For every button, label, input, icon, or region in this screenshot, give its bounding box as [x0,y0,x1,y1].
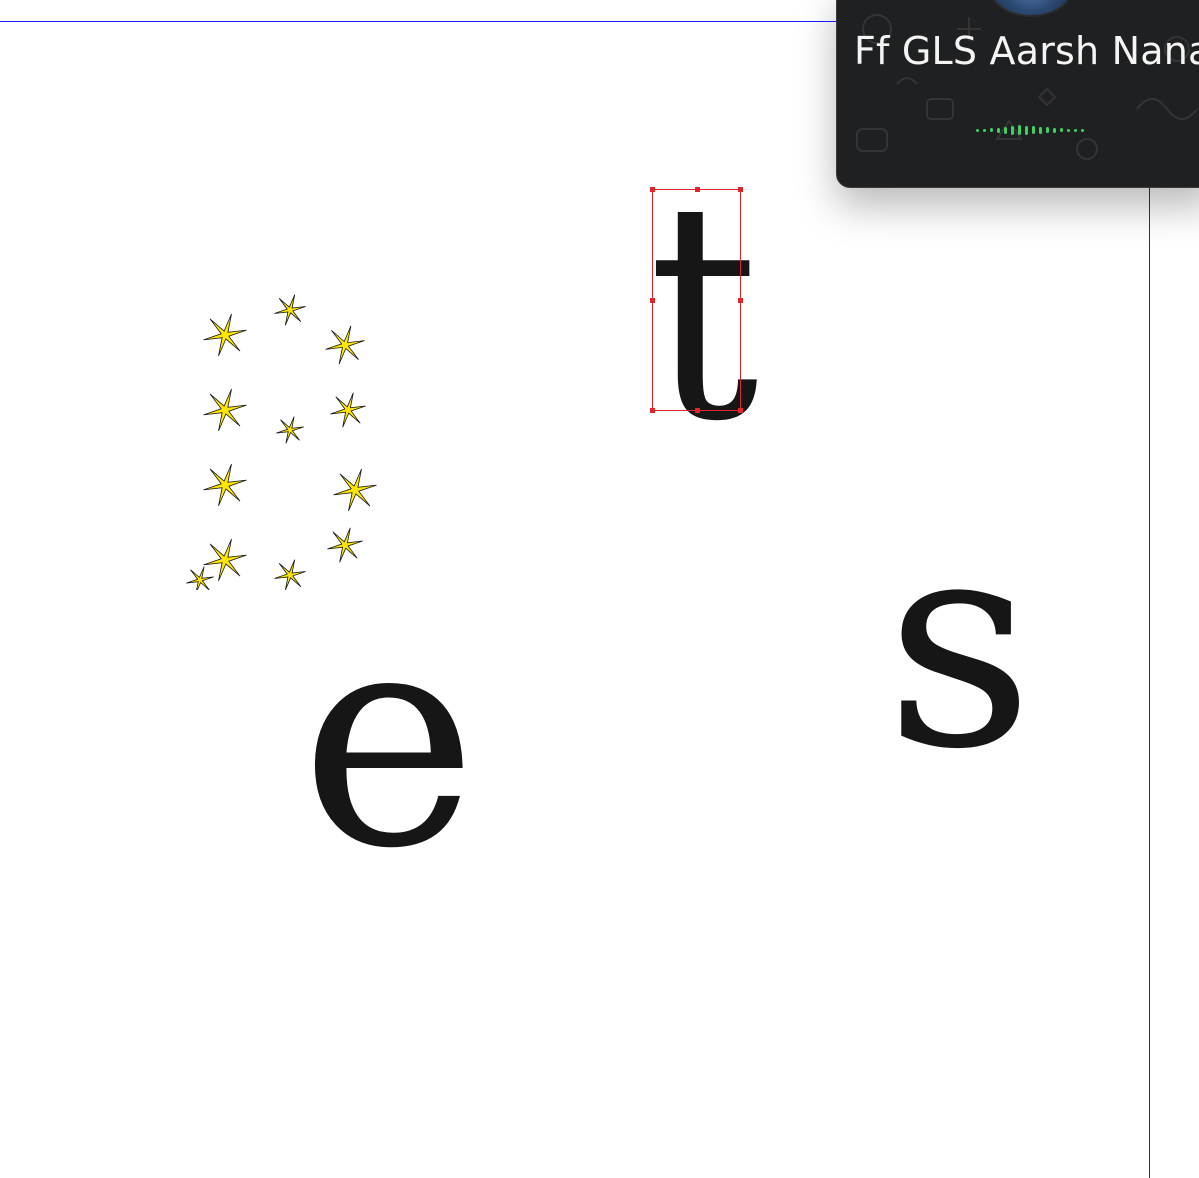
voice-bar [1074,128,1077,132]
voice-activity-icon [976,125,1084,135]
voice-bar [990,128,993,132]
call-notification-popup[interactable]: Ff GLS Aarsh Nanav [836,0,1199,188]
voice-bar [1004,126,1007,134]
voice-bar [1046,127,1049,133]
resize-handle-bottom-middle[interactable] [695,408,700,413]
voice-bar [1067,128,1070,132]
resize-handle-top-left[interactable] [650,187,655,192]
star-icon [203,463,247,507]
star-icon [325,325,365,365]
star-icon [186,566,214,590]
resize-handle-bottom-right[interactable] [738,408,743,413]
voice-bar [1025,125,1028,135]
voice-bar [1053,127,1056,133]
caller-name: Ff GLS Aarsh Nanav [854,29,1199,73]
voice-bar [997,127,1000,133]
voice-bar [1081,128,1084,132]
star-icon [203,388,247,432]
resize-handle-middle-right[interactable] [738,298,743,303]
letter-e[interactable]: e [300,590,478,890]
voice-bar [976,128,979,132]
resize-handle-bottom-left[interactable] [650,408,655,413]
voice-bar [1060,128,1063,132]
star-icon [330,392,366,428]
voice-bar [1011,125,1014,135]
letter-s[interactable]: s [885,500,1034,790]
star-icon [203,538,247,582]
star-icon [327,527,363,563]
resize-handle-top-middle[interactable] [695,187,700,192]
voice-bar [1039,126,1042,134]
voice-bar [1018,125,1021,135]
voice-bar [1032,126,1035,134]
resize-handle-middle-left[interactable] [650,298,655,303]
voice-bar [983,128,986,132]
star-icon [274,294,306,326]
resize-handle-top-right[interactable] [738,187,743,192]
star-icon [333,468,377,512]
star-icon [276,416,304,444]
selection-bounding-box[interactable] [650,187,743,413]
star-icon [203,313,247,357]
star-pattern-letter-b[interactable] [180,290,390,590]
